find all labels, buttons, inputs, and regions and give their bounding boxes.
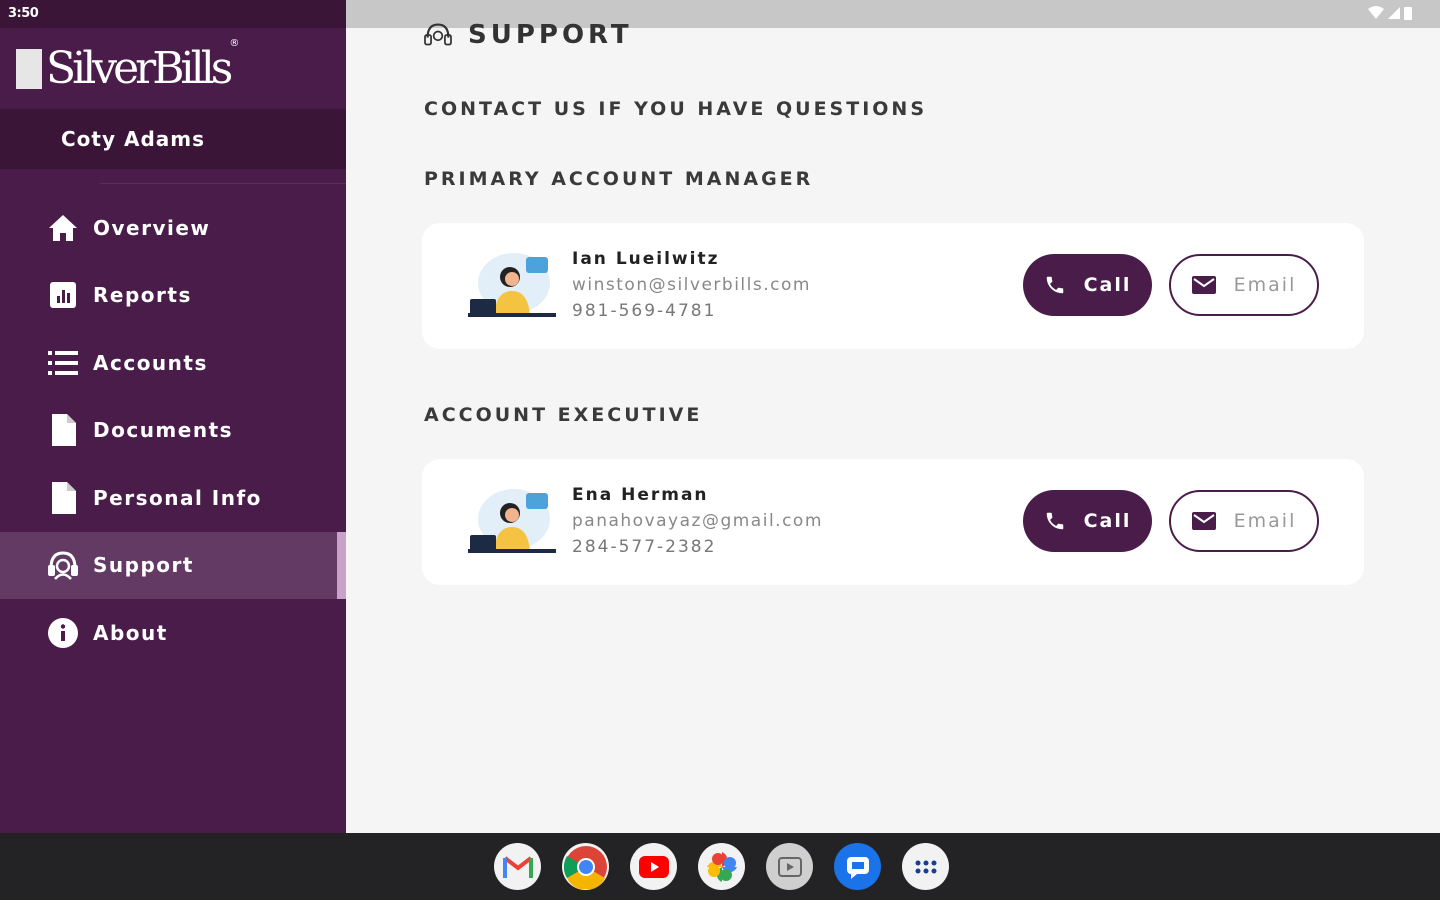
support-agent-avatar (468, 489, 556, 553)
signal-icon (1388, 7, 1400, 19)
call-button-label: Call (1083, 274, 1132, 296)
status-icons (1368, 6, 1412, 20)
document-icon (46, 413, 80, 447)
sidebar-item-label: Reports (93, 283, 192, 308)
sidebar: SilverBills ® Coty Adams Overview Report… (0, 28, 346, 833)
email-button[interactable]: Email (1169, 490, 1319, 552)
gmail-icon[interactable] (494, 843, 541, 890)
phone-icon (1046, 276, 1063, 294)
email-button-label: Email (1233, 510, 1297, 532)
contact-name: Ian Lueilwitz (572, 249, 720, 269)
page-title-text: SUPPORT (468, 20, 633, 50)
page-title: SUPPORT (424, 20, 633, 50)
brand-name: SilverBills (46, 43, 233, 94)
battery-icon (1404, 7, 1412, 20)
contact-card-executive: Ena Herman panahovayaz@gmail.com 284-577… (422, 459, 1364, 585)
brand-trademark: ® (229, 38, 240, 49)
app-dock (494, 843, 949, 890)
headset-icon (46, 548, 80, 582)
sidebar-nav: Overview Reports Accounts Documents Pers… (0, 194, 346, 667)
sidebar-item-label: Overview (93, 215, 211, 240)
home-icon (46, 211, 80, 245)
status-bar-left: 3:50 (0, 0, 346, 28)
sidebar-divider (100, 183, 346, 184)
sidebar-item-label: About (93, 620, 168, 645)
section-heading-primary: PRIMARY ACCOUNT MANAGER (424, 168, 814, 190)
email-button[interactable]: Email (1169, 254, 1319, 316)
sidebar-item-reports[interactable]: Reports (0, 262, 346, 330)
sidebar-item-label: Personal Info (93, 485, 262, 510)
contact-phone: 981-569-4781 (572, 301, 717, 321)
sidebar-item-label: Documents (93, 418, 234, 443)
chrome-icon[interactable] (562, 843, 609, 890)
main-content: SUPPORT CONTACT US IF YOU HAVE QUESTIONS… (346, 20, 1440, 833)
call-button-label: Call (1083, 510, 1132, 532)
contact-name: Ena Herman (572, 485, 709, 505)
youtube-icon[interactable] (630, 843, 677, 890)
brand-mark (16, 48, 42, 89)
sidebar-item-overview[interactable]: Overview (0, 194, 346, 262)
taskbar (0, 833, 1440, 900)
user-name: Coty Adams (0, 109, 346, 169)
app-drawer-icon[interactable] (902, 843, 949, 890)
mail-icon (1191, 276, 1216, 294)
list-icon (46, 346, 80, 380)
sidebar-item-personal-info[interactable]: Personal Info (0, 464, 346, 532)
sidebar-item-label: Support (93, 553, 194, 578)
sidebar-item-documents[interactable]: Documents (0, 397, 346, 465)
sidebar-item-label: Accounts (93, 350, 208, 375)
sidebar-item-support[interactable]: Support (0, 531, 346, 599)
info-icon (46, 616, 80, 650)
tv-icon[interactable] (766, 843, 813, 890)
contact-phone: 284-577-2382 (572, 537, 717, 557)
call-button[interactable]: Call (1023, 254, 1152, 316)
chart-icon (46, 278, 80, 312)
contact-card-primary: Ian Lueilwitz winston@silverbills.com 98… (422, 223, 1364, 349)
call-button[interactable]: Call (1023, 490, 1152, 552)
brand-logo: SilverBills ® (0, 28, 346, 109)
messages-icon[interactable] (834, 843, 881, 890)
page-subtitle: CONTACT US IF YOU HAVE QUESTIONS (424, 98, 927, 120)
photos-icon[interactable] (698, 843, 745, 890)
email-button-label: Email (1233, 274, 1297, 296)
headset-icon (424, 23, 452, 46)
wifi-icon (1368, 6, 1384, 19)
phone-icon (1046, 512, 1063, 530)
contact-email: panahovayaz@gmail.com (572, 511, 823, 531)
section-heading-executive: ACCOUNT EXECUTIVE (424, 404, 703, 426)
support-agent-avatar (468, 253, 556, 317)
document-icon (46, 481, 80, 515)
status-time: 3:50 (8, 6, 39, 21)
sidebar-item-about[interactable]: About (0, 599, 346, 667)
contact-email: winston@silverbills.com (572, 275, 811, 295)
mail-icon (1191, 512, 1216, 530)
sidebar-item-accounts[interactable]: Accounts (0, 329, 346, 397)
